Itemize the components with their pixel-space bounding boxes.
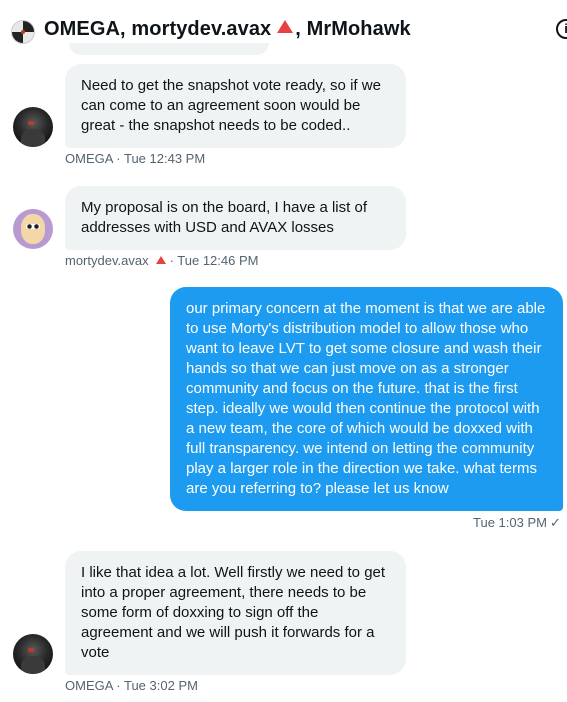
- message-text: My proposal is on the board, I have a li…: [81, 199, 367, 236]
- check-icon: ✓: [549, 515, 561, 530]
- info-icon[interactable]: i: [556, 19, 567, 39]
- sender-name: mortydev.avax: [65, 253, 149, 268]
- message-bubble[interactable]: our primary concern at the moment is tha…: [170, 287, 563, 511]
- message-meta: mortydev.avax · Tue 12:46 PM: [65, 253, 258, 268]
- message-bubble[interactable]: Need to get the snapshot vote ready, so …: [65, 64, 406, 148]
- conversation-title[interactable]: OMEGA, mortydev.avax , MrMohawk: [44, 18, 411, 41]
- avax-triangle-icon: [155, 256, 166, 264]
- message-text: our primary concern at the moment is tha…: [186, 300, 546, 497]
- avatar[interactable]: [13, 209, 53, 249]
- participants-part-b: , MrMohawk: [295, 18, 411, 40]
- message-text: I like that idea a lot. Well firstly we …: [81, 564, 386, 661]
- message-bubble[interactable]: I like that idea a lot. Well firstly we …: [65, 551, 406, 675]
- message-meta: OMEGA · Tue 12:43 PM: [65, 151, 206, 166]
- avatar[interactable]: [13, 634, 53, 674]
- message-time: Tue 1:03 PM: [473, 515, 547, 530]
- participants-part-a: OMEGA, mortydev.avax: [44, 18, 272, 40]
- message-text: Need to get the snapshot vote ready, so …: [81, 77, 381, 134]
- message-time: · Tue 12:46 PM: [169, 253, 259, 268]
- previous-message-bubble-edge: [69, 43, 269, 55]
- message-meta: Tue 1:03 PM ✓: [473, 515, 561, 531]
- avax-triangle-icon: [277, 20, 294, 33]
- message-bubble[interactable]: My proposal is on the board, I have a li…: [65, 186, 406, 250]
- avatar[interactable]: [13, 107, 53, 147]
- group-avatar[interactable]: [11, 20, 35, 44]
- message-meta: OMEGA · Tue 3:02 PM: [65, 678, 198, 693]
